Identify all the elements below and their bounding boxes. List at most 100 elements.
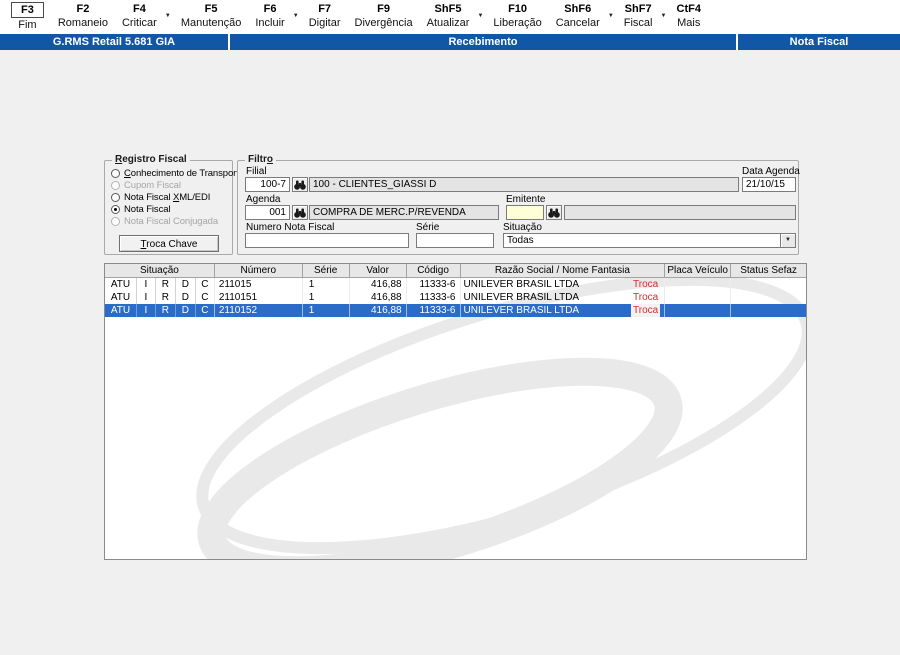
app-title: G.RMS Retail 5.681 GIA [0, 34, 228, 50]
radio-nota-fiscal[interactable]: Nota Fiscal [111, 204, 171, 215]
emitente-code-input[interactable] [506, 205, 544, 220]
toolbar-button-divergencia[interactable]: F9 Divergência [348, 2, 420, 30]
situacao-select[interactable]: Todas [503, 233, 796, 248]
situacao-selected-value: Todas [507, 235, 534, 246]
radio-icon [111, 217, 120, 226]
title-bar: G.RMS Retail 5.681 GIA Recebimento Nota … [0, 34, 900, 50]
toolbar-button-incluir[interactable]: F6 Incluir [248, 2, 301, 30]
cell-numero: 2110151 [215, 291, 303, 304]
header-status-sefaz[interactable]: Status Sefaz [731, 264, 806, 278]
cell-status-sefaz [731, 304, 806, 317]
binoculars-icon [548, 208, 560, 218]
numero-nota-fiscal-label: Numero Nota Fiscal [246, 222, 335, 233]
toolbar-button-cancelar[interactable]: ShF6 Cancelar [549, 2, 617, 30]
cell-serie: 1 [303, 291, 350, 304]
cell-razao-social: UNILEVER BRASIL LTDA Troca [461, 278, 666, 291]
table-row[interactable]: ATU I R D C 211015 1 416,88 11333-6 UNILEVER… [105, 278, 806, 291]
header-valor[interactable]: Valor [349, 264, 407, 278]
toolbar-button-fim[interactable]: F3 Fim [4, 2, 51, 32]
toolbar: F3 Fim F2 Romaneio F4 Criticar F5 Manute… [0, 0, 900, 34]
radio-icon [111, 181, 120, 190]
cell-placa-veiculo [665, 278, 732, 291]
troca-badge: Troca [631, 304, 661, 317]
cell-situacao: ATU I R D C [105, 291, 215, 304]
header-placa-veiculo[interactable]: Placa Veículo [665, 264, 732, 278]
header-situacao[interactable]: Situação [105, 264, 215, 278]
filial-lookup-button[interactable] [292, 177, 308, 192]
table-row-selected[interactable]: ATU I R D C 2110152 1 416,88 11333-6 UNILEVE… [105, 304, 806, 317]
serie-label: Série [416, 222, 440, 233]
cell-codigo: 11333-6 [407, 304, 461, 317]
radio-conhecimento-de-transporte[interactable]: Conhecimento de Transporte [111, 168, 244, 179]
cell-razao-social: UNILEVER BRASIL LTDA Troca [461, 291, 666, 304]
data-agenda-input[interactable] [742, 177, 796, 192]
filtro-groupbox: Filtro Filial 100 - CLIENTES_GIASSI D Da… [237, 154, 800, 255]
context-title: Nota Fiscal [738, 34, 900, 50]
dropdown-caret-icon[interactable] [661, 13, 667, 19]
toolbar-button-liberacao[interactable]: F10 Liberação [486, 2, 548, 30]
numero-nota-fiscal-input[interactable] [245, 233, 409, 248]
screen-title: Recebimento [230, 34, 736, 50]
binoculars-icon [294, 208, 306, 218]
troca-chave-button[interactable]: Troca Chave [119, 235, 219, 252]
dropdown-caret-icon[interactable] [293, 13, 299, 19]
filial-name-field: 100 - CLIENTES_GIASSI D [309, 177, 739, 192]
toolbar-button-fiscal[interactable]: ShF7 Fiscal [617, 2, 670, 30]
emitente-name-field [564, 205, 796, 220]
data-agenda-label: Data Agenda [742, 166, 800, 177]
toolbar-button-romaneio[interactable]: F2 Romaneio [51, 2, 115, 30]
app-window: F3 Fim F2 Romaneio F4 Criticar F5 Manute… [0, 0, 900, 655]
cell-numero: 211015 [215, 278, 303, 291]
agenda-label: Agenda [246, 194, 281, 205]
header-numero[interactable]: Número [214, 264, 303, 278]
cell-status-sefaz [731, 291, 806, 304]
combo-dropdown-icon[interactable] [780, 234, 795, 247]
header-serie[interactable]: Série [302, 264, 350, 278]
cell-valor: 416,88 [350, 304, 407, 317]
cell-codigo: 11333-6 [407, 278, 461, 291]
cell-status-sefaz [731, 278, 806, 291]
emitente-lookup-button[interactable] [546, 205, 562, 220]
cell-serie: 1 [303, 278, 350, 291]
cell-valor: 416,88 [350, 278, 407, 291]
radio-icon [111, 169, 120, 178]
radio-icon [111, 205, 120, 214]
serie-input[interactable] [416, 233, 494, 248]
emitente-label: Emitente [506, 194, 546, 205]
cell-situacao: ATU I R D C [105, 278, 215, 291]
header-razao-social[interactable]: Razão Social / Nome Fantasia [460, 264, 666, 278]
troca-badge: Troca [633, 292, 659, 303]
filial-code-input[interactable] [245, 177, 290, 192]
radio-cupom-fiscal: Cupom Fiscal [111, 180, 181, 191]
table-row[interactable]: ATU I R D C 2110151 1 416,88 11333-6 UNILEVE… [105, 291, 806, 304]
cell-placa-veiculo [665, 291, 732, 304]
filial-label: Filial [246, 166, 267, 177]
toolbar-button-atualizar[interactable]: ShF5 Atualizar [420, 2, 487, 30]
radio-icon [111, 193, 120, 202]
toolbar-button-digitar[interactable]: F7 Digitar [302, 2, 348, 30]
cell-codigo: 11333-6 [407, 291, 461, 304]
radio-nota-fiscal-conjugada: Nota Fiscal Conjugada [111, 216, 218, 227]
toolbar-button-mais[interactable]: CtF4 Mais [670, 2, 708, 30]
nota-fiscal-table: Situação Número Série Valor Código Razão… [104, 263, 807, 560]
dropdown-caret-icon[interactable] [165, 13, 171, 19]
agenda-name-field: COMPRA DE MERC.P/REVENDA [309, 205, 499, 220]
header-codigo[interactable]: Código [406, 264, 461, 278]
radio-nota-fiscal-xml-edi[interactable]: Nota Fiscal XML/EDI [111, 192, 210, 203]
toolbar-button-manutencao[interactable]: F5 Manutenção [174, 2, 249, 30]
troca-badge: Troca [633, 279, 659, 290]
binoculars-icon [294, 180, 306, 190]
cell-razao-social: UNILEVER BRASIL LTDA Troca [461, 304, 666, 317]
dropdown-caret-icon[interactable] [608, 13, 614, 19]
dropdown-caret-icon[interactable] [477, 13, 483, 19]
groupbox-title: Registro Fiscal [112, 154, 190, 166]
toolbar-button-criticar[interactable]: F4 Criticar [115, 2, 174, 30]
situacao-label: Situação [503, 222, 542, 233]
agenda-lookup-button[interactable] [292, 205, 308, 220]
cell-valor: 416,88 [350, 291, 407, 304]
cell-placa-veiculo [665, 304, 732, 317]
table-header-row: Situação Número Série Valor Código Razão… [105, 264, 806, 278]
groupbox-title: Filtro [245, 154, 276, 166]
agenda-code-input[interactable] [245, 205, 290, 220]
cell-serie: 1 [303, 304, 350, 317]
